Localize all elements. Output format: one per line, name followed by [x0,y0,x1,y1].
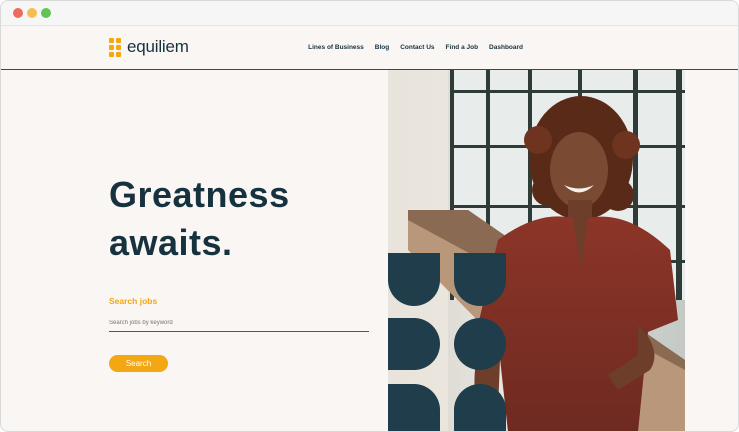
close-window-button[interactable] [13,8,23,18]
search-input[interactable] [109,315,369,332]
hero-headline-line-1: Greatness [109,174,290,215]
logo-mark-icon [109,37,122,57]
hero-headline: Greatness awaits. [109,171,290,267]
nav-find-a-job[interactable]: Find a Job [446,44,479,51]
search-label: Search jobs [109,296,158,306]
logo[interactable]: equiliem [109,36,189,58]
minimize-window-button[interactable] [27,8,37,18]
search-button[interactable]: Search [109,355,168,372]
nav-blog[interactable]: Blog [375,44,389,51]
hero-headline-line-2: awaits. [109,222,233,263]
hero-image [388,70,685,431]
hero-section: Greatness awaits. Search jobs Search [109,71,379,431]
window-titlebar [1,1,738,26]
site-header: equiliem Lines of Business Blog Contact … [1,26,738,70]
logo-text: equiliem [127,37,189,56]
nav-contact-us[interactable]: Contact Us [400,44,434,51]
nav-lines-of-business[interactable]: Lines of Business [308,44,364,51]
hero-photo [388,70,685,431]
maximize-window-button[interactable] [41,8,51,18]
main-nav: Lines of Business Blog Contact Us Find a… [308,44,523,51]
nav-dashboard[interactable]: Dashboard [489,44,523,51]
browser-window: equiliem Lines of Business Blog Contact … [0,0,739,432]
